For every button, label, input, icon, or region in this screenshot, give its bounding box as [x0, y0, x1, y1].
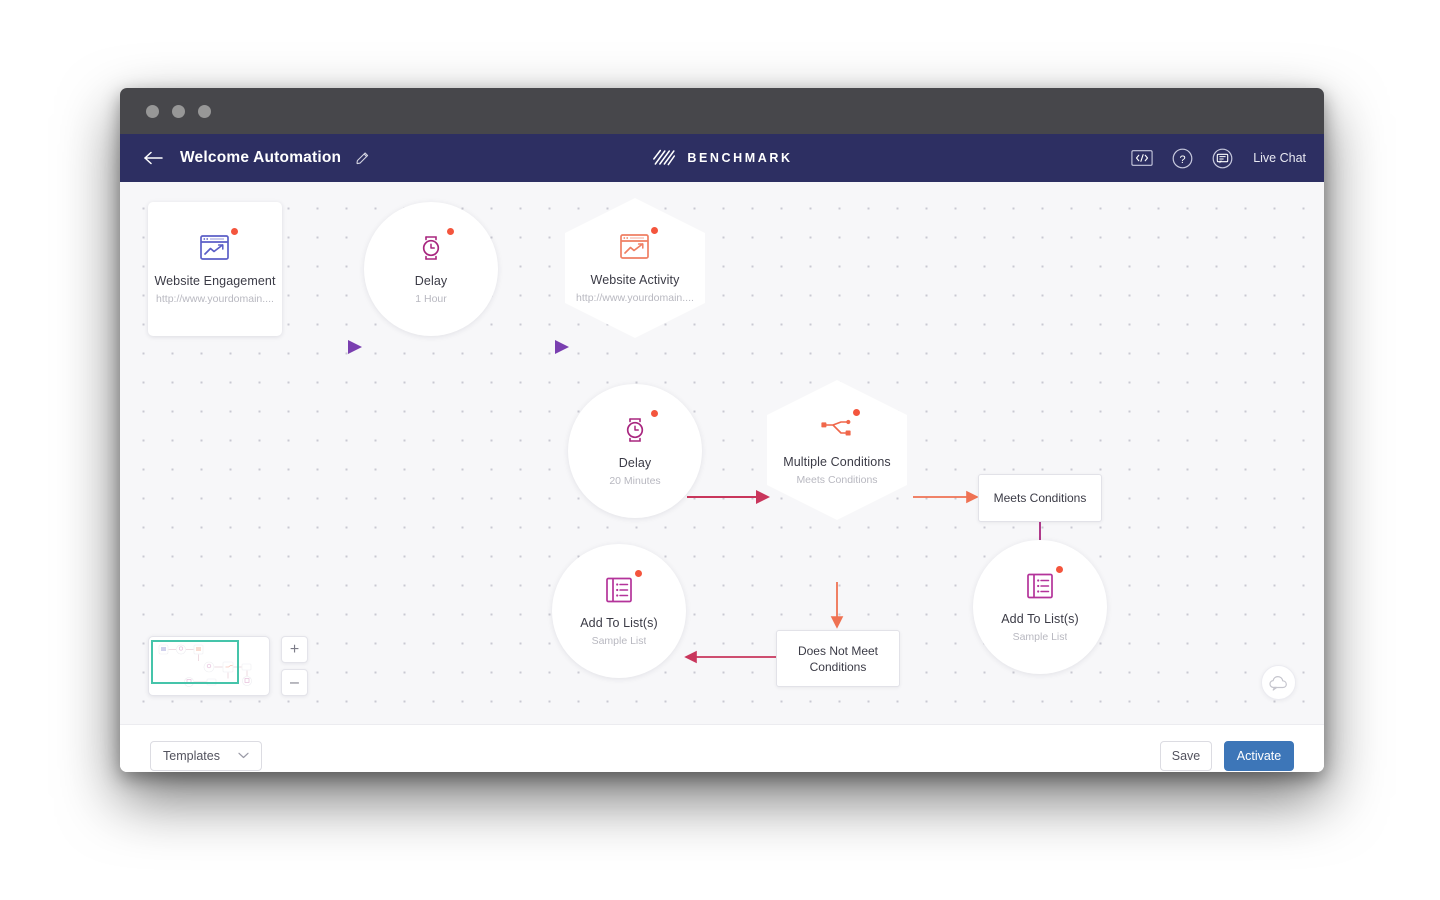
node-title: Multiple Conditions [783, 454, 891, 469]
question-mark-icon[interactable]: ? [1171, 147, 1193, 169]
app-header-actions: ? Live Chat [1131, 147, 1306, 169]
screen-root: Welcome Automation BENCHMARK ? Live Chat… [0, 0, 1440, 900]
label-meets-conditions[interactable]: Meets Conditions [978, 474, 1102, 522]
chat-bubble-icon[interactable] [1211, 147, 1233, 169]
footer-actions: Save Activate [1160, 740, 1294, 771]
label-text-line1: Does Not Meet [797, 643, 879, 658]
templates-label: Templates [163, 748, 220, 763]
node-badge-dot [853, 408, 860, 416]
list-icon [606, 577, 632, 602]
node-subtitle: http://www.yourdomain.... [156, 292, 274, 305]
activate-button[interactable]: Activate [1224, 740, 1294, 771]
automation-canvas[interactable]: Website Engagement http://www.yourdomain… [120, 182, 1324, 724]
chevron-down-icon [238, 752, 249, 759]
node-title: Add To List(s) [1001, 611, 1079, 626]
node-delay-20-minutes[interactable]: Delay 20 Minutes [568, 384, 702, 518]
node-badge-dot [651, 409, 658, 417]
node-title: Website Activity [590, 272, 680, 287]
window-titlebar [120, 88, 1324, 134]
watch-icon [422, 235, 440, 260]
browser-chart-icon [200, 234, 229, 260]
window-close-dot[interactable] [146, 104, 159, 118]
node-icon [617, 226, 658, 263]
node-icon [601, 569, 642, 606]
label-text-line2: Conditions [809, 659, 867, 674]
brand-logo: BENCHMARK [651, 146, 792, 170]
pencil-icon[interactable] [355, 151, 370, 166]
node-subtitle: 1 Hour [415, 292, 447, 305]
node-badge-dot [635, 569, 642, 577]
node-subtitle: http://www.yourdomain.... [576, 291, 694, 304]
svg-text:?: ? [1179, 153, 1185, 165]
window-maximize-dot[interactable] [198, 104, 211, 118]
node-title: Delay [414, 273, 448, 288]
zoom-in-button[interactable]: + [281, 636, 308, 663]
code-brackets-icon[interactable] [1131, 147, 1153, 169]
node-title: Delay [618, 455, 652, 470]
label-does-not-meet-conditions[interactable]: Does Not Meet Conditions [776, 630, 900, 687]
node-title: Website Engagement [154, 273, 276, 288]
label-text: Meets Conditions [993, 491, 1087, 505]
node-badge-dot [231, 227, 238, 235]
brand-name: BENCHMARK [687, 151, 793, 165]
node-add-to-lists-right[interactable]: Add To List(s) Sample List [973, 540, 1107, 674]
zoom-out-button[interactable]: – [281, 669, 308, 696]
node-delay-1-hour[interactable]: Delay 1 Hour [364, 202, 498, 336]
zoom-controls: + – [281, 636, 308, 696]
node-website-engagement[interactable]: Website Engagement http://www.yourdomain… [148, 202, 282, 336]
window-minimize-dot[interactable] [172, 104, 185, 118]
templates-dropdown[interactable]: Templates [150, 740, 262, 771]
live-chat-label[interactable]: Live Chat [1253, 151, 1306, 165]
list-icon [1027, 573, 1053, 598]
node-icon [819, 408, 860, 445]
branch-split-icon [821, 419, 851, 435]
app-header-left: Welcome Automation [120, 148, 370, 168]
node-icon [1022, 565, 1063, 602]
browser-chart-icon [620, 233, 649, 259]
minimap-viewport[interactable] [151, 640, 239, 684]
minimap[interactable] [148, 636, 270, 696]
node-subtitle: 20 Minutes [609, 474, 661, 487]
benchmark-stripes-logo-icon [653, 149, 676, 166]
node-icon [197, 227, 238, 264]
node-title: Add To List(s) [580, 615, 658, 630]
browser-window: Welcome Automation BENCHMARK ? Live Chat… [120, 88, 1324, 772]
back-arrow-icon[interactable] [144, 148, 164, 168]
app-header: Welcome Automation BENCHMARK ? Live Chat [120, 134, 1324, 182]
node-subtitle: Sample List [1012, 630, 1068, 643]
page-title: Welcome Automation [180, 149, 342, 166]
node-badge-dot [1056, 565, 1063, 573]
save-button[interactable]: Save [1160, 740, 1212, 771]
cloud-chat-icon[interactable] [1261, 665, 1296, 700]
node-add-to-lists-left[interactable]: Add To List(s) Sample List [552, 544, 686, 678]
node-subtitle: Sample List [591, 634, 647, 647]
watch-icon [626, 417, 644, 442]
node-badge-dot [651, 226, 658, 234]
node-badge-dot [447, 227, 454, 235]
footer-toolbar: Templates Save Activate [120, 724, 1324, 772]
node-icon [413, 227, 454, 264]
node-icon [617, 409, 658, 446]
node-subtitle: Meets Conditions [796, 473, 878, 486]
